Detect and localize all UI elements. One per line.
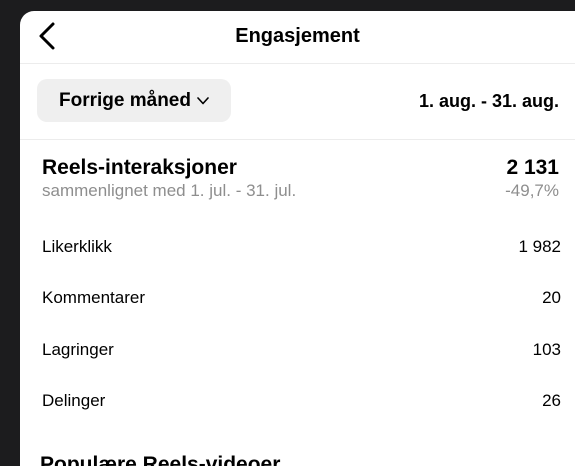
header-bar: Engasjement: [20, 11, 575, 64]
metric-row-saves: Lagringer 103: [42, 340, 561, 360]
metric-value: 26: [542, 391, 561, 410]
metric-label: Lagringer: [42, 340, 114, 359]
period-dropdown-label: Forrige måned: [59, 89, 191, 111]
metric-row-comments: Kommentarer 20: [42, 288, 561, 308]
reels-interactions-total: 2 131: [506, 156, 559, 179]
section-title-popular-reels: Populære Reels-videoer: [40, 453, 281, 466]
metric-row-likes: Likerklikk 1 982: [42, 237, 561, 257]
page-title: Engasjement: [235, 25, 360, 47]
change-percentage: -49,7%: [505, 181, 559, 200]
comparison-period: sammenlignet med 1. jul. - 31. jul.: [42, 181, 297, 200]
engagement-screen: Engasjement Forrige måned 1. aug. - 31. …: [20, 11, 575, 466]
period-dropdown[interactable]: Forrige måned: [37, 79, 231, 122]
metric-value: 103: [532, 340, 561, 359]
metric-value: 1 982: [518, 237, 561, 256]
section-title-reels-interactions: Reels-interaksjoner: [42, 156, 237, 179]
metric-row-shares: Delinger 26: [42, 391, 561, 411]
chevron-down-icon: [197, 96, 209, 104]
window-frame-top: [0, 0, 575, 11]
date-range: 1. aug. - 31. aug.: [418, 91, 559, 111]
divider: [20, 139, 575, 140]
metric-label: Likerklikk: [42, 237, 112, 256]
metric-label: Delinger: [42, 391, 106, 410]
window-frame-left: [0, 0, 20, 466]
metric-value: 20: [542, 288, 561, 307]
metric-label: Kommentarer: [42, 288, 145, 307]
